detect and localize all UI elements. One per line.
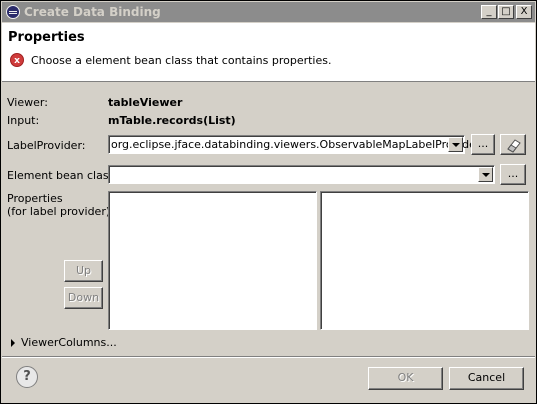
window-title: Create Data Binding bbox=[24, 5, 161, 19]
viewer-label: Viewer: bbox=[7, 96, 48, 109]
bean-class-label: Element bean class: bbox=[7, 169, 119, 182]
wizard-header: Properties x Choose a element bean class… bbox=[2, 23, 535, 82]
input-value: mTable.records(List) bbox=[108, 114, 236, 127]
labelprovider-label: LabelProvider: bbox=[7, 139, 86, 152]
eraser-icon bbox=[507, 139, 521, 153]
footer-separator bbox=[2, 356, 535, 358]
viewer-columns-label: ViewerColumns... bbox=[21, 336, 117, 349]
page-title: Properties bbox=[8, 30, 85, 45]
properties-label: Properties bbox=[7, 192, 63, 205]
cancel-button[interactable]: Cancel bbox=[449, 367, 524, 390]
bean-class-combo[interactable] bbox=[108, 165, 495, 184]
down-button[interactable]: Down bbox=[64, 287, 103, 309]
ok-button[interactable]: OK bbox=[368, 367, 443, 390]
close-button[interactable]: X bbox=[516, 5, 532, 19]
maximize-button[interactable]: □ bbox=[498, 5, 514, 19]
bean-class-browse-button[interactable]: ... bbox=[500, 164, 526, 185]
labelprovider-value: org.eclipse.jface.databinding.viewers.Ob… bbox=[111, 138, 481, 151]
help-icon: ? bbox=[23, 369, 31, 384]
minimize-button[interactable]: _ bbox=[481, 5, 497, 19]
error-icon: x bbox=[10, 53, 24, 67]
up-button[interactable]: Up bbox=[64, 260, 103, 282]
help-button[interactable]: ? bbox=[16, 366, 38, 388]
error-message: Choose a element bean class that contain… bbox=[31, 54, 332, 67]
properties-list[interactable] bbox=[108, 191, 317, 330]
chevron-right-icon bbox=[11, 339, 15, 347]
columns-list[interactable] bbox=[320, 191, 529, 330]
eraser-button[interactable] bbox=[500, 134, 526, 155]
dialog-window: Create Data Binding _ □ X Properties x C… bbox=[0, 0, 537, 404]
eclipse-icon bbox=[6, 5, 20, 19]
labelprovider-combo[interactable]: org.eclipse.jface.databinding.viewers.Ob… bbox=[108, 135, 480, 154]
title-bar[interactable]: Create Data Binding _ □ X bbox=[2, 2, 535, 22]
input-label: Input: bbox=[7, 114, 40, 127]
chevron-down-icon[interactable] bbox=[478, 167, 493, 182]
labelprovider-browse-button[interactable]: ... bbox=[471, 134, 495, 155]
viewer-value: tableViewer bbox=[108, 96, 183, 109]
chevron-down-icon[interactable] bbox=[448, 137, 463, 152]
properties-sublabel: (for label provider): bbox=[7, 205, 114, 218]
